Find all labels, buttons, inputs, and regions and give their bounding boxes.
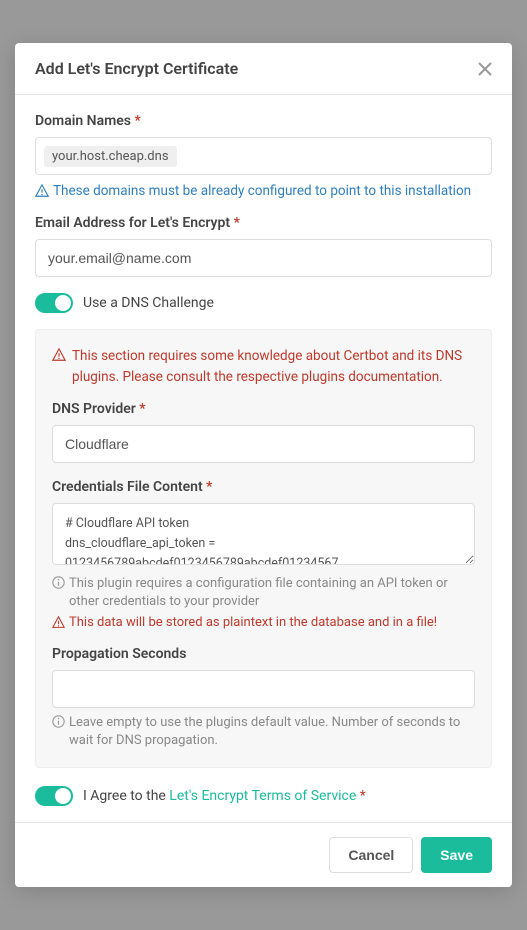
dns-provider-input[interactable] — [52, 425, 475, 463]
required-asterisk: * — [360, 788, 366, 804]
dns-provider-group: DNS Provider * — [52, 401, 475, 463]
domain-names-input[interactable]: your.host.cheap.dns — [35, 137, 492, 175]
tos-label: I Agree to the Let's Encrypt Terms of Se… — [83, 788, 366, 804]
modal-footer: Cancel Save — [15, 822, 512, 887]
required-asterisk: * — [139, 401, 145, 417]
propagation-input[interactable] — [52, 670, 475, 708]
domain-names-group: Domain Names * your.host.cheap.dns These… — [35, 113, 492, 199]
tos-toggle[interactable] — [35, 786, 73, 806]
warning-triangle-icon — [35, 184, 49, 198]
required-asterisk: * — [206, 479, 212, 495]
propagation-group: Propagation Seconds Leave empty to use t… — [52, 646, 475, 750]
dns-panel-warning: This section requires some knowledge abo… — [52, 346, 475, 387]
dns-provider-label: DNS Provider * — [52, 401, 475, 417]
tos-row: I Agree to the Let's Encrypt Terms of Se… — [35, 786, 492, 806]
email-input[interactable] — [35, 239, 492, 277]
tos-link[interactable]: Let's Encrypt Terms of Service — [169, 788, 356, 804]
credentials-textarea[interactable] — [52, 503, 475, 565]
credentials-hint: This plugin requires a configuration fil… — [52, 575, 475, 611]
credentials-label: Credentials File Content * — [52, 479, 475, 495]
credentials-group: Credentials File Content * This plugin r… — [52, 479, 475, 630]
dns-challenge-panel: This section requires some knowledge abo… — [35, 329, 492, 767]
domain-names-label: Domain Names * — [35, 113, 492, 129]
email-group: Email Address for Let's Encrypt * — [35, 215, 492, 277]
info-icon — [52, 576, 65, 589]
cancel-button[interactable]: Cancel — [329, 837, 413, 873]
close-button[interactable] — [478, 62, 492, 76]
info-icon — [52, 715, 65, 728]
required-asterisk: * — [234, 215, 240, 231]
domain-hint: These domains must be already configured… — [35, 183, 492, 199]
modal-header: Add Let's Encrypt Certificate — [15, 43, 512, 95]
domain-tag[interactable]: your.host.cheap.dns — [44, 146, 177, 167]
propagation-label: Propagation Seconds — [52, 646, 475, 662]
dns-challenge-label: Use a DNS Challenge — [83, 295, 214, 311]
save-button[interactable]: Save — [421, 837, 492, 873]
modal-add-certificate: Add Let's Encrypt Certificate Domain Nam… — [15, 43, 512, 886]
credentials-warning: This data will be stored as plaintext in… — [52, 615, 475, 630]
modal-body: Domain Names * your.host.cheap.dns These… — [15, 95, 512, 821]
close-icon — [478, 62, 492, 76]
dns-challenge-toggle-row: Use a DNS Challenge — [35, 293, 492, 313]
warning-triangle-icon — [52, 348, 66, 362]
required-asterisk: * — [134, 113, 140, 129]
email-label: Email Address for Let's Encrypt * — [35, 215, 492, 231]
dns-challenge-toggle[interactable] — [35, 293, 73, 313]
warning-triangle-icon — [52, 616, 65, 629]
propagation-hint: Leave empty to use the plugins default v… — [52, 714, 475, 750]
modal-title: Add Let's Encrypt Certificate — [35, 59, 238, 78]
